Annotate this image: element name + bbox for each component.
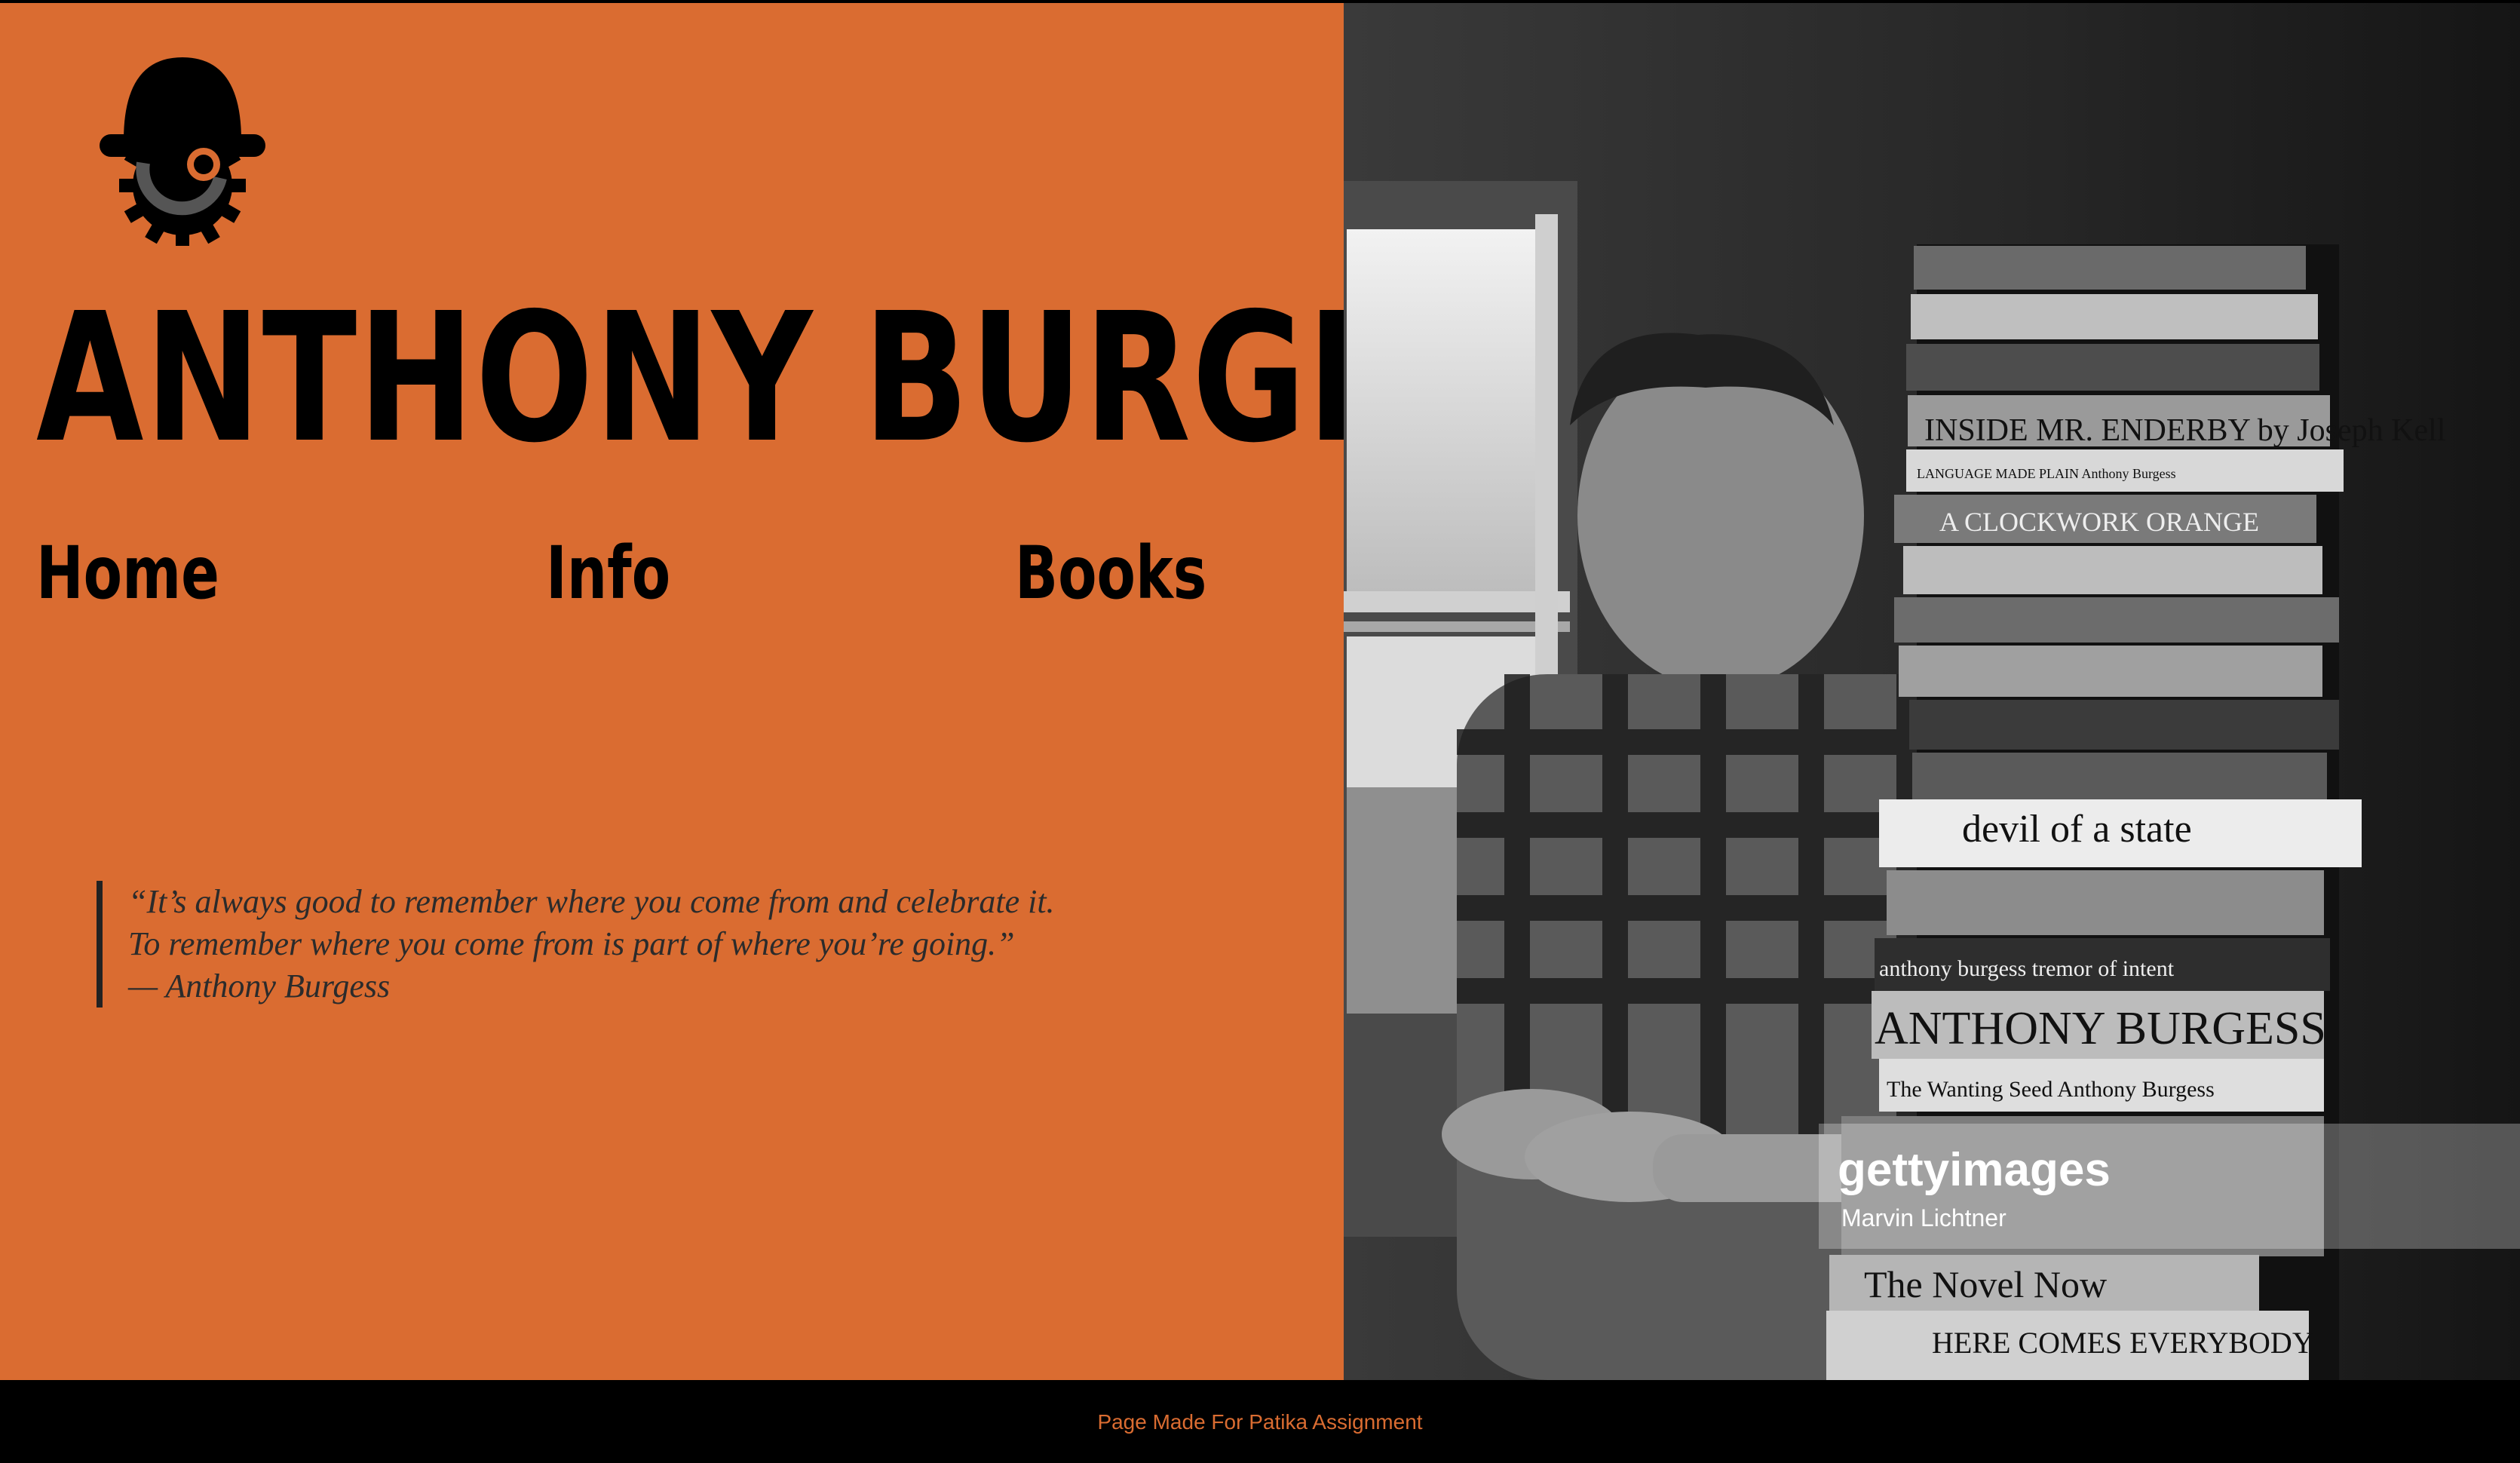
nav-books-link[interactable]: Books [1015, 537, 1206, 609]
logo-graphic [100, 57, 265, 249]
author-photo-graphic: INSIDE MR. ENDERBY by Joseph Kell LANGUA… [1344, 3, 2520, 1380]
footer: Page Made For Patika Assignment [0, 1380, 2520, 1463]
book-spine-here-comes: HERE COMES EVERYBODY [1932, 1326, 2314, 1360]
quote-block: “It’s always good to remember where you … [97, 881, 1055, 1008]
photographer-credit: Marvin Lichtner [1841, 1204, 2006, 1231]
book-spine-devil: devil of a state [1962, 808, 2192, 851]
page: ANTHONY BURGESS Home Info Books “It’s al… [0, 0, 2520, 1463]
hero-panel: ANTHONY BURGESS Home Info Books “It’s al… [0, 3, 1598, 1380]
quote-line-2: To remember where you come from is part … [128, 925, 1015, 962]
getty-watermark: gettyimages [1838, 1144, 2111, 1196]
book-spine-enderby: INSIDE MR. ENDERBY by Joseph Kell [1924, 413, 2445, 448]
nav-info-link[interactable]: Info [546, 537, 670, 609]
bowler-hat-cog-eye-icon[interactable] [100, 50, 265, 249]
quote-line-1: “It’s always good to remember where you … [128, 883, 1055, 920]
nav-home-link[interactable]: Home [36, 537, 219, 609]
book-spine-tremor: anthony burgess tremor of intent [1879, 956, 2175, 981]
footer-text: Page Made For Patika Assignment [1097, 1410, 1423, 1434]
book-spine-burgess: ANTHONY BURGESS [1875, 1003, 2326, 1054]
quote-attribution: — Anthony Burgess [128, 968, 391, 1004]
book-spine-clockwork: A CLOCKWORK ORANGE [1939, 507, 2259, 537]
author-photo: INSIDE MR. ENDERBY by Joseph Kell LANGUA… [1344, 3, 2520, 1380]
book-spine-wanting-seed: The Wanting Seed Anthony Burgess [1887, 1077, 2215, 1102]
book-spine-novel-now: The Novel Now [1864, 1263, 2107, 1305]
book-spine-language: LANGUAGE MADE PLAIN Anthony Burgess [1917, 466, 2176, 481]
